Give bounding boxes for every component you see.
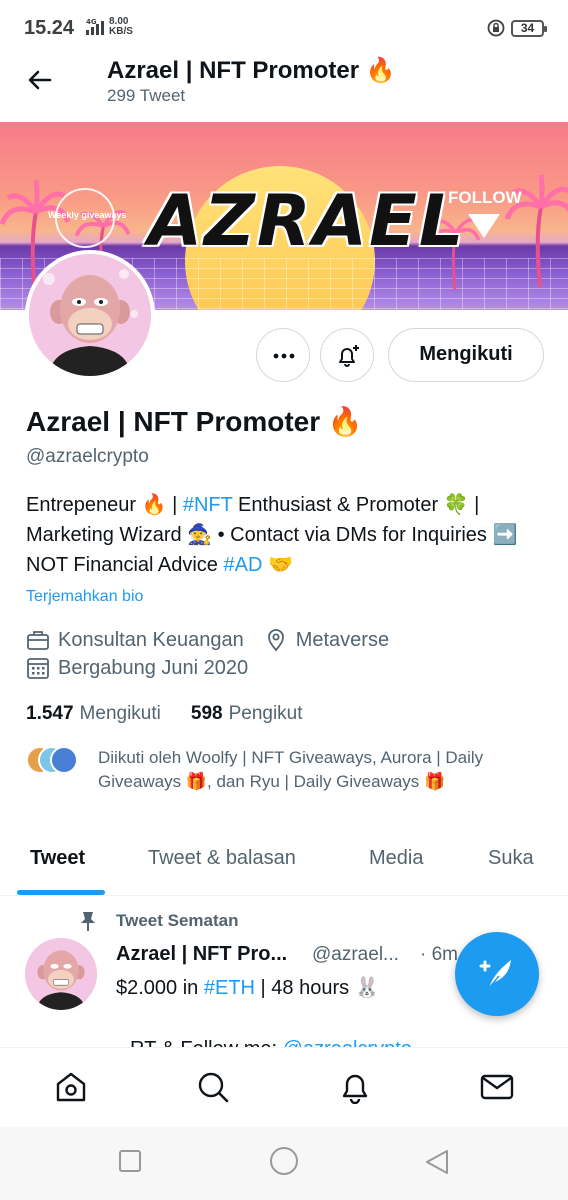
followers-stat[interactable]: 598 Pengikut — [191, 703, 303, 725]
tab-tweet-replies[interactable]: Tweet & balasan — [148, 847, 296, 870]
followers-count: 598 — [190, 703, 223, 724]
location-pin-icon — [267, 629, 284, 652]
compose-tweet-button[interactable] — [455, 932, 539, 1016]
calendar-icon — [27, 658, 49, 679]
home-icon[interactable] — [54, 1070, 88, 1104]
profile-tabs: Tweet Tweet & balasan Media Suka — [0, 830, 568, 896]
bio-text: Entrepeneur 🔥 | — [26, 494, 183, 516]
ape-avatar-icon — [25, 938, 97, 1010]
briefcase-icon — [27, 631, 49, 650]
followed-by-avatars — [26, 746, 82, 778]
tweet-hashtag-eth[interactable]: #ETH — [204, 977, 255, 999]
system-navigation-bar — [0, 1127, 568, 1200]
ape-avatar-icon — [29, 254, 151, 376]
network-speed: 8.00 KB/S — [109, 17, 133, 37]
header-title: Azrael | NFT Promoter 🔥 — [107, 57, 396, 84]
profile-category: Konsultan Keuangan — [58, 628, 244, 651]
pin-icon — [81, 912, 95, 931]
following-count: 1.547 — [26, 703, 74, 724]
tweet-count: 299 Tweet — [107, 86, 186, 105]
messages-icon[interactable] — [480, 1070, 514, 1104]
profile-avatar[interactable] — [25, 250, 155, 380]
tweet-avatar[interactable] — [25, 938, 97, 1010]
signal-icon: 4G — [86, 18, 104, 35]
bio-hashtag-ad[interactable]: #AD — [224, 554, 263, 576]
banner-badge-text: Weekly giveaways — [48, 210, 127, 220]
tweet-author-name[interactable]: Azrael | NFT Pro... — [116, 943, 287, 966]
rotation-lock-icon — [487, 19, 505, 37]
bell-plus-icon — [339, 345, 359, 367]
more-horizontal-icon — [273, 353, 295, 359]
search-icon[interactable] — [196, 1070, 230, 1104]
followers-label: Pengikut — [228, 703, 303, 724]
following-stat[interactable]: 1.547 Mengikuti — [26, 703, 161, 725]
notify-button[interactable] — [320, 328, 374, 382]
pinned-tweet-label: Tweet Sematan — [116, 911, 239, 930]
status-bar: 15.24 4G 8.00 KB/S 34 — [0, 0, 568, 58]
tab-tweet[interactable]: Tweet — [30, 847, 85, 870]
banner-follow-text: FOLLOW — [448, 188, 522, 207]
profile-location: Metaverse — [295, 628, 390, 651]
down-triangle-icon — [468, 214, 500, 238]
tab-likes[interactable]: Suka — [488, 847, 534, 870]
followed-by-text: Diikuti oleh Woolfy | NFT Giveaways, Aur… — [98, 748, 484, 791]
profile-bio: Entrepeneur 🔥 | #NFT Enthusiast & Promot… — [26, 490, 546, 580]
speed-unit: KB/S — [109, 26, 133, 37]
tweet-time: · 6m — [420, 944, 458, 965]
svg-text:4G: 4G — [86, 18, 97, 26]
bottom-navigation — [0, 1047, 568, 1127]
tweet-text-part: $2.000 in — [116, 977, 204, 999]
back-arrow-icon[interactable] — [26, 66, 54, 94]
profile-joined-date: Bergabung Juni 2020 — [58, 656, 249, 679]
status-time: 15.24 — [24, 17, 75, 39]
bio-text: 🤝 — [262, 554, 293, 576]
battery-indicator: 34 — [511, 20, 547, 37]
follow-stats: 1.547 Mengikuti 598 Pengikut — [26, 703, 333, 725]
bio-hashtag-nft[interactable]: #NFT — [183, 494, 233, 516]
following-button[interactable]: Mengikuti — [388, 328, 544, 382]
joined-row: Bergabung Juni 2020 — [26, 656, 268, 680]
active-tab-indicator — [17, 890, 105, 895]
joined-item: Bergabung Juni 2020 — [26, 656, 248, 680]
profile-handle: @azraelcrypto — [26, 446, 149, 467]
profile-meta-row: Konsultan Keuangan Metaverse — [26, 628, 409, 652]
translate-bio-link[interactable]: Terjemahkan bio — [26, 588, 143, 606]
more-options-button[interactable] — [256, 328, 310, 382]
tweet-author-handle: @azrael... — [312, 944, 399, 965]
tweet-text: $2.000 in #ETH | 48 hours 🐰 — [116, 975, 380, 1000]
following-label: Mengikuti — [79, 703, 161, 724]
palm-tree-icon — [505, 174, 568, 287]
profile-name: Azrael | NFT Promoter 🔥 — [26, 406, 363, 437]
notifications-icon[interactable] — [338, 1070, 372, 1104]
category-item: Konsultan Keuangan — [26, 628, 244, 652]
back-triangle-icon[interactable] — [424, 1149, 450, 1175]
home-circle-icon[interactable] — [269, 1146, 299, 1176]
avatar — [50, 746, 78, 774]
tweet-text-part: | 48 hours 🐰 — [254, 977, 380, 999]
location-item: Metaverse — [264, 628, 389, 652]
tab-media[interactable]: Media — [369, 847, 423, 870]
compose-tweet-icon — [479, 960, 511, 989]
recent-apps-icon[interactable] — [118, 1149, 142, 1173]
banner-title: AZRAEL — [148, 180, 466, 262]
